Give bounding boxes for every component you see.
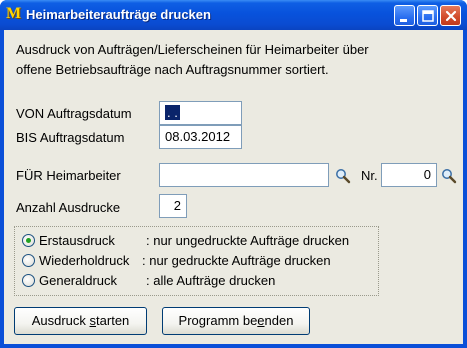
anzahl-label: Anzahl Ausdrucke (16, 200, 121, 215)
option-generaldruck-label: Generaldruck (39, 273, 118, 288)
nr-field[interactable]: 0 (381, 163, 437, 187)
end-program-button[interactable]: Programm beenden (162, 307, 310, 335)
option-erstausdruck-label: Erstausdruck (39, 233, 115, 248)
option-erstausdruck-desc: : nur ungedruckte Aufträge drucken (146, 233, 350, 248)
radio-selected-dot (26, 238, 31, 243)
end-program-mnemonic: e (257, 313, 265, 328)
start-print-button[interactable]: Ausdruck starten (14, 307, 147, 335)
radio-generaldruck[interactable] (22, 274, 35, 287)
window-title: Heimarbeiteraufträge drucken (26, 7, 211, 22)
close-button[interactable] (440, 5, 461, 26)
radio-erstausdruck[interactable] (22, 234, 35, 247)
minimize-icon (400, 19, 407, 22)
dialog-window: M Heimarbeiteraufträge drucken Ausdruck … (0, 0, 467, 348)
bis-date-field[interactable]: 08.03.2012 (159, 125, 242, 149)
von-date-value: . . (165, 105, 180, 120)
anzahl-field[interactable]: 2 (159, 194, 187, 218)
maximize-button[interactable] (417, 5, 438, 26)
title-bar[interactable]: M Heimarbeiteraufträge drucken (0, 0, 467, 30)
heimarbeiter-label: FÜR Heimarbeiter (16, 168, 121, 183)
start-print-label-a: Ausdruck (31, 313, 90, 328)
search-nr-icon[interactable] (441, 168, 457, 184)
von-date-label: VON Auftragsdatum (16, 106, 132, 121)
description-line-2: offene Betriebsaufträge nach Auftragsnum… (16, 62, 329, 77)
nr-label: Nr. (361, 168, 378, 183)
radio-wiederholdruck[interactable] (22, 254, 35, 267)
option-wiederholdruck-label: Wiederholdruck (39, 253, 130, 268)
end-program-label-a: Programm be (178, 313, 258, 328)
maximize-icon (422, 10, 434, 22)
heimarbeiter-field[interactable] (159, 163, 329, 187)
bis-date-label: BIS Auftragsdatum (16, 130, 125, 145)
von-date-field[interactable]: . . (159, 101, 242, 125)
close-icon (445, 10, 457, 22)
app-icon: M (6, 5, 22, 22)
option-generaldruck-desc: : alle Aufträge drucken (146, 273, 276, 288)
minimize-button[interactable] (394, 5, 415, 26)
description-line-1: Ausdruck von Aufträgen/Lieferscheinen fü… (16, 42, 369, 57)
option-wiederholdruck-desc: : nur gedruckte Aufträge drucken (142, 253, 331, 268)
search-heimarbeiter-icon[interactable] (335, 168, 351, 184)
dialog-body: Ausdruck von Aufträgen/Lieferscheinen fü… (4, 30, 463, 344)
end-program-label-b: nden (264, 313, 294, 328)
start-print-label-b: tarten (96, 313, 130, 328)
